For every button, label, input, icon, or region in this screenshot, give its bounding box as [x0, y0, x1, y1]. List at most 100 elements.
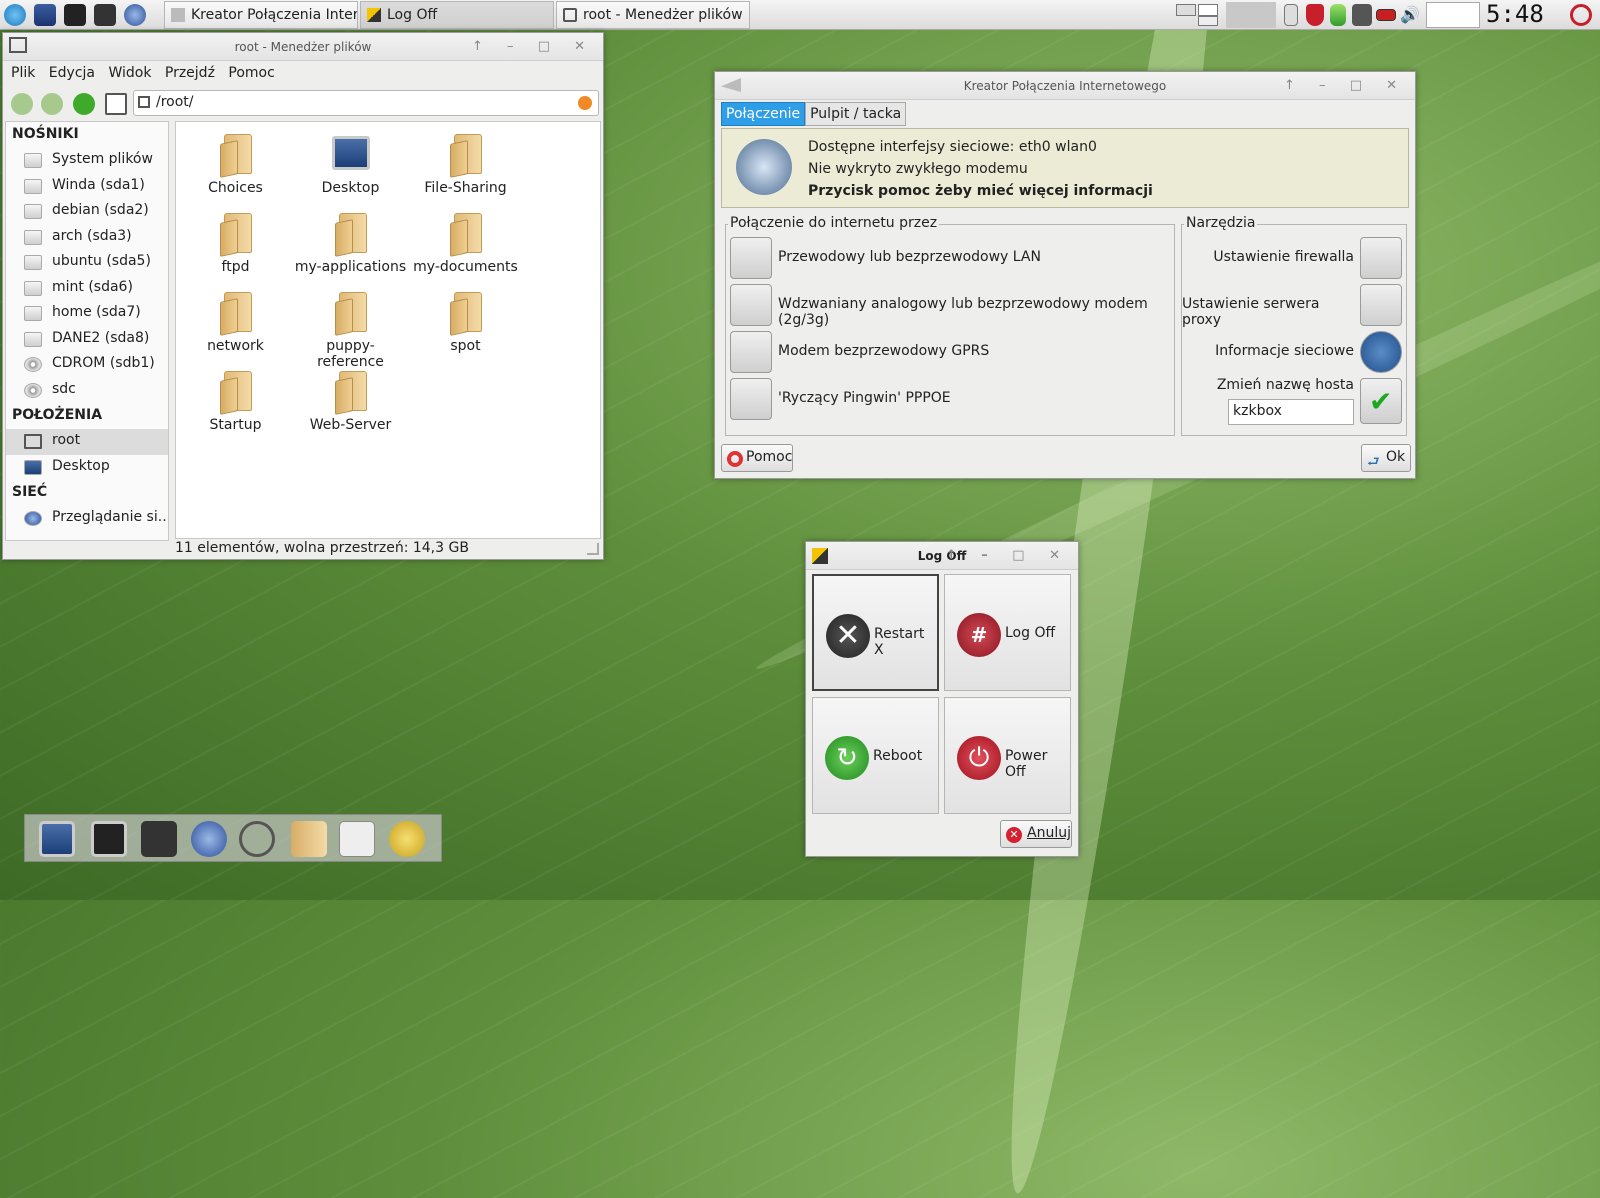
- file-item-file-sharing[interactable]: File-Sharing: [408, 132, 523, 210]
- browser-icon[interactable]: [124, 4, 146, 26]
- gprs-antenna-icon[interactable]: [730, 331, 772, 373]
- window-title: Kreator Połączenia Internetowego: [963, 79, 1167, 93]
- tab-polaczenie[interactable]: Połączenie: [721, 102, 806, 126]
- search-icon[interactable]: [239, 821, 275, 857]
- firewall-shield-icon[interactable]: [1360, 237, 1402, 279]
- sidebar-item-desktop[interactable]: Desktop: [6, 455, 168, 481]
- menu-edycja[interactable]: Edycja: [49, 65, 95, 81]
- return-arrow-icon: ⮐: [1367, 454, 1380, 470]
- resize-grip[interactable]: [587, 543, 599, 555]
- back-button[interactable]: [11, 93, 33, 115]
- file-item-web-server[interactable]: Web-Server: [293, 369, 408, 447]
- connection-pppoe[interactable]: 'Ryczący Pingwin' PPPOE: [778, 390, 951, 406]
- firewall-shield-icon[interactable]: [1306, 4, 1324, 26]
- menu-pomoc[interactable]: Pomoc: [228, 65, 274, 81]
- file-view: Choices Desktop File-Sharing ftpd my-app…: [175, 121, 601, 539]
- sidebar-item-sda5[interactable]: ubuntu (sda5): [6, 250, 168, 276]
- address-bar[interactable]: /root/: [133, 90, 599, 116]
- terminal-icon[interactable]: [91, 821, 127, 857]
- desktop-icon[interactable]: [34, 4, 56, 26]
- file-item-my-documents[interactable]: my-documents: [408, 211, 523, 289]
- menu-widok[interactable]: Widok: [108, 65, 151, 81]
- tab-pulpit[interactable]: Pulpit / tacka: [805, 102, 907, 126]
- sidebar: NOŚNIKI System plików Winda (sda1) debia…: [5, 121, 169, 541]
- workspace-pager[interactable]: [1176, 2, 1276, 28]
- lifebuoy-icon: [727, 451, 743, 467]
- drive-icon[interactable]: [94, 4, 116, 26]
- database-icon[interactable]: [1330, 4, 1346, 26]
- cancel-button[interactable]: ✕ Anuluj: [1000, 820, 1072, 848]
- desktop-icon[interactable]: [39, 821, 75, 857]
- kreator-titlebar[interactable]: Kreator Połączenia Internetowego ↑ – □ ✕: [715, 72, 1415, 100]
- connection-modem[interactable]: Wdzwaniany analogowy lub bezprzewodowy m…: [778, 296, 1174, 328]
- file-item-desktop[interactable]: Desktop: [293, 132, 408, 210]
- modem-icon[interactable]: [730, 284, 772, 326]
- menu-przejdz[interactable]: Przejdź: [165, 65, 215, 81]
- task-file-manager[interactable]: root - Menedżer plików: [556, 1, 750, 29]
- file-item-network[interactable]: network: [178, 290, 293, 368]
- clock[interactable]: 5:48: [1486, 0, 1544, 28]
- lan-icon[interactable]: [730, 237, 772, 279]
- connection-gprs[interactable]: Modem bezprzewodowy GPRS: [778, 343, 989, 359]
- power-icon[interactable]: [1570, 4, 1592, 26]
- sidebar-item-root[interactable]: root: [6, 429, 168, 455]
- file-item-choices[interactable]: Choices: [178, 132, 293, 210]
- ok-button[interactable]: ⮐ Ok: [1361, 444, 1411, 472]
- browser-globe-icon[interactable]: [191, 821, 227, 857]
- clipboard-icon[interactable]: [1284, 4, 1298, 26]
- logoff-titlebar[interactable]: Log Off ↑ – □ ✕: [806, 542, 1078, 570]
- menu-plik[interactable]: Plik: [11, 65, 35, 81]
- home-button[interactable]: [105, 93, 127, 115]
- power-off-button[interactable]: ⏻ Power Off: [944, 697, 1071, 814]
- calculator-icon[interactable]: [339, 821, 375, 857]
- puppy-menu-icon[interactable]: [4, 4, 26, 26]
- sidebar-item-sda2[interactable]: debian (sda2): [6, 199, 168, 225]
- logoff-button[interactable]: # Log Off: [944, 574, 1071, 691]
- file-manager-titlebar[interactable]: root - Menedżer plików ↑ – □ ✕: [3, 33, 603, 61]
- up-button[interactable]: [73, 93, 95, 115]
- sidebar-item-sda6[interactable]: mint (sda6): [6, 276, 168, 302]
- clear-icon[interactable]: [578, 96, 592, 110]
- drive-icon[interactable]: [141, 821, 177, 857]
- sidebar-item-sda8[interactable]: DANE2 (sda8): [6, 327, 168, 353]
- file-item-ftpd[interactable]: ftpd: [178, 211, 293, 289]
- teapot-icon[interactable]: [389, 821, 425, 857]
- folder-icon[interactable]: [291, 821, 327, 857]
- file-item-puppy-reference[interactable]: puppy-reference: [293, 290, 408, 370]
- desktop-icon: [24, 459, 42, 475]
- file-item-my-applications[interactable]: my-applications: [293, 211, 408, 289]
- terminal-icon[interactable]: [64, 4, 86, 26]
- sidebar-item-cdrom[interactable]: CDROM (sdb1): [6, 352, 168, 378]
- reboot-button[interactable]: ↻ Reboot: [812, 697, 939, 814]
- task-logoff[interactable]: Log Off: [360, 1, 554, 29]
- drive-icon: [24, 178, 42, 194]
- sidebar-item-network-browse[interactable]: Przeglądanie si...: [6, 506, 168, 532]
- battery-icon[interactable]: [1376, 9, 1396, 21]
- file-item-spot[interactable]: spot: [408, 290, 523, 368]
- refresh-icon: ↻: [825, 736, 869, 780]
- sidebar-item-sda3[interactable]: arch (sda3): [6, 225, 168, 251]
- connection-lan[interactable]: Przewodowy lub bezprzewodowy LAN: [778, 249, 1041, 265]
- help-button[interactable]: Pomoc: [721, 444, 793, 472]
- window-controls[interactable]: ↑ – □ ✕: [472, 33, 595, 61]
- network-status-icon[interactable]: [1352, 4, 1372, 26]
- sidebar-item-sdc[interactable]: sdc: [6, 378, 168, 404]
- pppoe-icon[interactable]: [730, 378, 772, 420]
- folder-icon: [219, 132, 252, 178]
- hostname-input[interactable]: kzkbox: [1228, 399, 1354, 425]
- sidebar-item-sda1[interactable]: Winda (sda1): [6, 174, 168, 200]
- apply-check-icon[interactable]: ✔: [1360, 378, 1402, 424]
- task-kreator[interactable]: Kreator Połączenia Inter...: [164, 1, 358, 29]
- sidebar-item-system[interactable]: System plików: [6, 148, 168, 174]
- connection-group-label: Połączenie do internetu przez: [728, 215, 940, 231]
- proxy-shield-icon[interactable]: [1360, 284, 1402, 326]
- window-controls[interactable]: ↑ – □ ✕: [1284, 72, 1407, 100]
- forward-button[interactable]: [41, 93, 63, 115]
- window-controls[interactable]: ↑ – □ ✕: [946, 542, 1070, 570]
- volume-icon[interactable]: 🔊: [1400, 5, 1420, 24]
- file-item-startup[interactable]: Startup: [178, 369, 293, 447]
- drive-icon: [24, 306, 42, 321]
- info-icon[interactable]: [1360, 331, 1402, 373]
- sidebar-item-sda7[interactable]: home (sda7): [6, 301, 168, 327]
- restart-x-button[interactable]: ✕ Restart X: [812, 574, 939, 691]
